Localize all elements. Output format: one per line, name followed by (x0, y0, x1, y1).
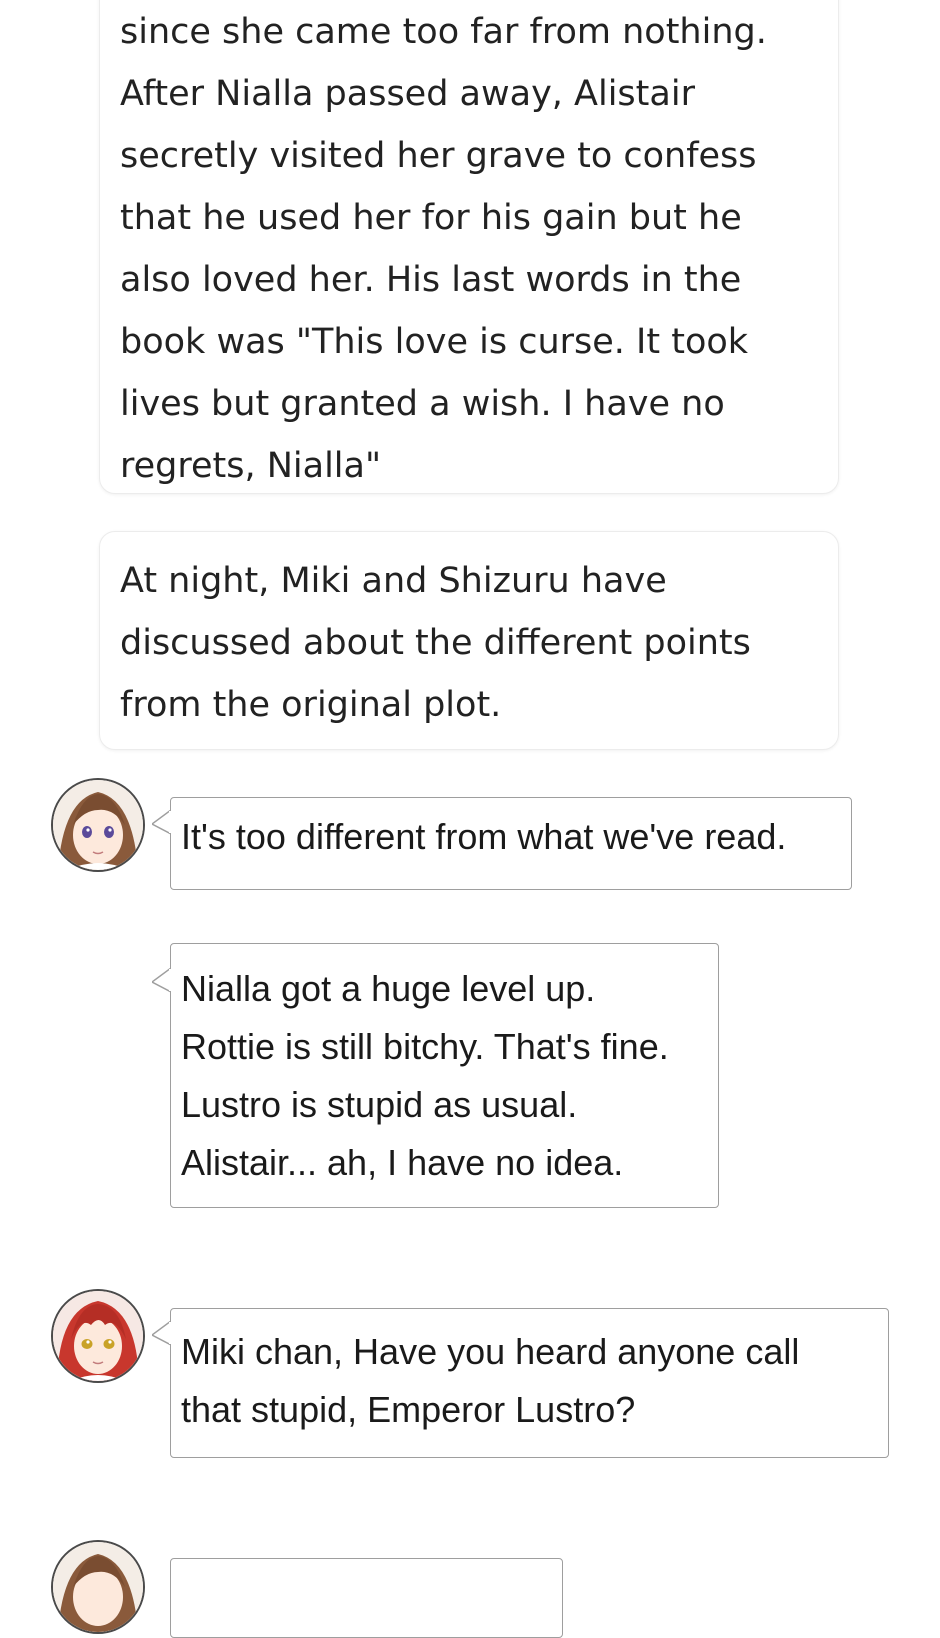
message-text: Rottie is still bitchy. That's fine. (181, 1026, 669, 1067)
narration-card: since she came too far from nothing. Aft… (99, 0, 839, 494)
narration-text: At night, Miki and Shizuru have (120, 561, 667, 601)
brown-haired-girl-avatar[interactable] (51, 778, 145, 872)
narration-text: from the original plot. (120, 685, 502, 725)
speech-bubble: It's too different from what we've read. (152, 797, 852, 890)
narration-text: book was "This love is curse. It took (120, 322, 749, 362)
narration-text: lives but granted a wish. I have no (120, 384, 725, 424)
bubble-tail (152, 1321, 171, 1346)
narration-text: After Nialla passed away, Alistair (120, 74, 695, 114)
message-text: Lustro is stupid as usual. (181, 1084, 578, 1125)
brown-haired-girl-avatar[interactable] (51, 1540, 145, 1634)
speech-bubble (170, 1558, 563, 1638)
speech-bubble: Nialla got a huge level up. Rottie is st… (152, 943, 719, 1208)
bubble-tail (152, 968, 171, 993)
bubble-tail (152, 810, 171, 835)
narration-text: discussed about the different points (120, 623, 751, 663)
narration-text: since she came too far from nothing. (120, 12, 767, 52)
narration-text: regrets, Nialla" (120, 446, 382, 486)
red-haired-girl-avatar[interactable] (51, 1289, 145, 1383)
message-text: Miki chan, Have you heard anyone call (181, 1331, 800, 1372)
speech-bubble: Miki chan, Have you heard anyone call th… (152, 1308, 889, 1458)
narration-text: secretly visited her grave to confess (120, 136, 757, 176)
narration-text: that he used her for his gain but he (120, 198, 742, 238)
message-text: It's too different from what we've read. (181, 816, 787, 857)
narration-text: also loved her. His last words in the (120, 260, 742, 300)
message-text: that stupid, Emperor Lustro? (181, 1389, 636, 1430)
narration-card: At night, Miki and Shizuru have discusse… (99, 531, 839, 750)
message-text: Nialla got a huge level up. (181, 968, 596, 1009)
message-text: Alistair... ah, I have no idea. (181, 1142, 624, 1183)
